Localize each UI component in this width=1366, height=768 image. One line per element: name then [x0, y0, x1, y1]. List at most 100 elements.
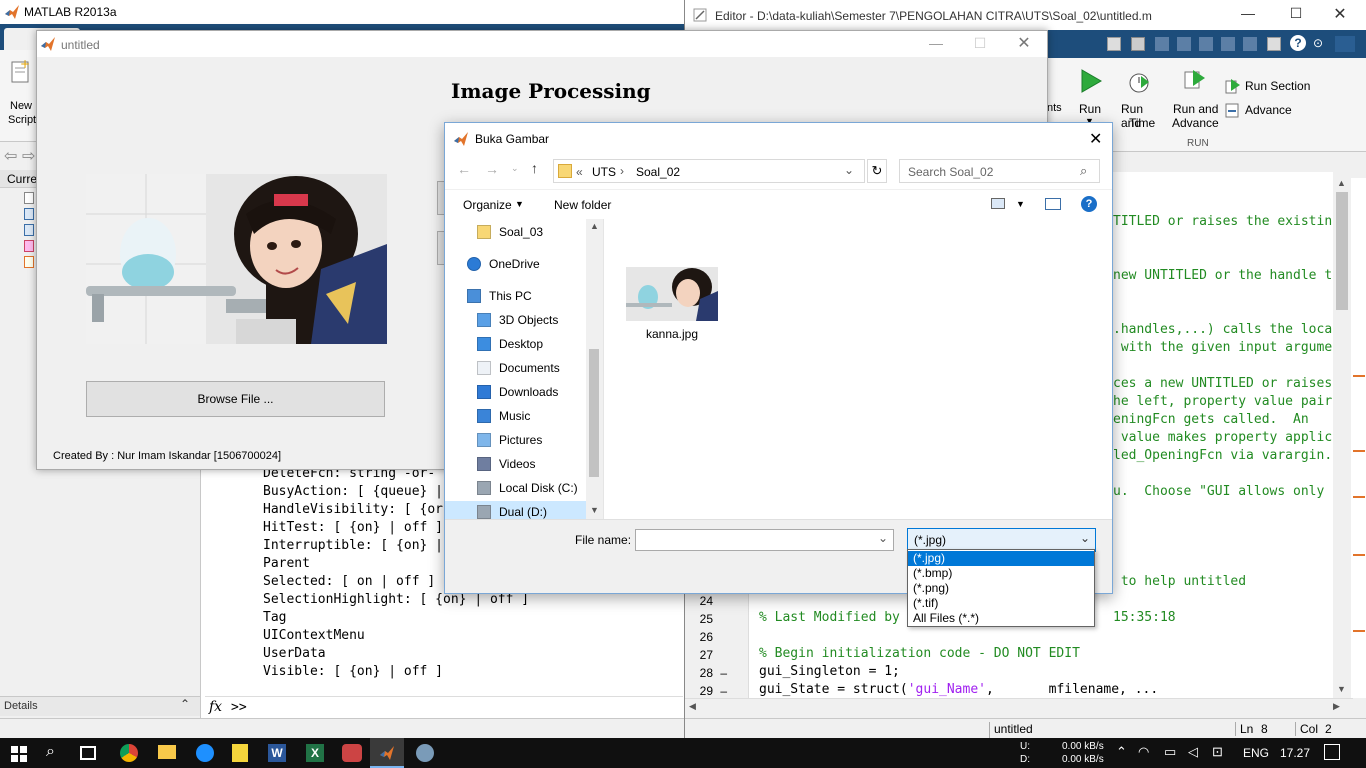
navigation-tree[interactable]: Soal_03 OneDrive This PC 3D Objects Desktop D…: [445, 219, 603, 523]
chevron-down-icon[interactable]: ⌄: [878, 531, 888, 545]
tree-item-this-pc[interactable]: This PC: [467, 285, 532, 307]
scroll-thumb[interactable]: [1336, 192, 1348, 310]
show-hidden-icons-icon[interactable]: ⌃: [1116, 744, 1127, 760]
paste-icon[interactable]: [1199, 37, 1213, 51]
details-panel[interactable]: Details ⌃: [0, 696, 200, 716]
organize-dropdown-icon[interactable]: ▼: [515, 199, 524, 209]
command-line[interactable]: fx >>: [205, 696, 683, 718]
mat-file-icon[interactable]: [24, 240, 34, 252]
edge-icon[interactable]: [196, 744, 214, 762]
breakpoint-dash[interactable]: –: [717, 666, 727, 680]
refresh-icon[interactable]: ↻: [867, 159, 887, 183]
scroll-up-icon[interactable]: ▲: [1337, 178, 1346, 188]
scroll-up-icon[interactable]: ▲: [590, 221, 599, 231]
search-icon[interactable]: ⌕: [46, 743, 55, 761]
cut-icon[interactable]: [1155, 37, 1169, 51]
code-line[interactable]: % Last Modified by: [759, 610, 900, 625]
back-arrow-icon[interactable]: ⇦: [4, 146, 17, 166]
copy-icon[interactable]: [1177, 37, 1191, 51]
game-icon[interactable]: [342, 744, 362, 762]
minimize-icon[interactable]: —: [1233, 5, 1263, 21]
code-line[interactable]: % Begin initialization code - DO NOT EDI…: [759, 646, 1080, 661]
chrome-icon[interactable]: [120, 744, 138, 762]
chevron-down-icon[interactable]: ⌄: [844, 163, 854, 177]
file-type-option[interactable]: (*.bmp): [908, 566, 1094, 581]
paint-icon[interactable]: [416, 744, 434, 762]
scroll-down-icon[interactable]: ▼: [590, 505, 599, 515]
code-line[interactable]: gui_Singleton = 1;: [759, 664, 900, 679]
recent-locations-icon[interactable]: ⌄: [511, 163, 519, 174]
maximize-icon[interactable]: ☐: [1281, 5, 1311, 22]
scroll-left-icon[interactable]: ◀: [689, 701, 696, 712]
expand-ribbon-icon[interactable]: ⊙: [1313, 36, 1323, 50]
scroll-down-icon[interactable]: ▼: [1337, 684, 1346, 694]
search-documentation-icon[interactable]: [1335, 36, 1355, 52]
tree-item-music[interactable]: Music: [477, 405, 530, 427]
help-icon[interactable]: ?: [1290, 35, 1306, 51]
tree-item-onedrive[interactable]: OneDrive: [467, 253, 540, 275]
tree-item-downloads[interactable]: Downloads: [477, 381, 558, 403]
excel-icon[interactable]: X: [306, 744, 324, 762]
forward-icon[interactable]: →: [485, 161, 499, 177]
language-indicator[interactable]: ENG: [1243, 746, 1269, 760]
network-icon[interactable]: ⊡: [1212, 744, 1223, 760]
tree-item-3d-objects[interactable]: 3D Objects: [477, 309, 558, 331]
file-type-option[interactable]: (*.png): [908, 581, 1094, 596]
action-center-icon[interactable]: [1324, 744, 1340, 760]
breakpoint-dash[interactable]: –: [717, 684, 727, 698]
wifi-icon[interactable]: ◠: [1138, 744, 1149, 760]
redo-icon[interactable]: [1243, 37, 1257, 51]
layout-icon[interactable]: [1107, 37, 1121, 51]
tree-item-videos[interactable]: Videos: [477, 453, 535, 475]
forward-arrow-icon[interactable]: ⇨: [22, 146, 35, 166]
file-item-kanna[interactable]: kanna.jpg: [624, 267, 720, 343]
run-and-advance-button[interactable]: Run and Advance: [1169, 64, 1223, 132]
up-icon[interactable]: ↑: [531, 160, 538, 176]
tree-item-desktop[interactable]: Desktop: [477, 333, 543, 355]
minimize-icon[interactable]: —: [921, 35, 951, 51]
breadcrumb-uts[interactable]: UTS: [592, 165, 616, 179]
m-file-icon[interactable]: [24, 256, 34, 268]
editor-vertical-scrollbar[interactable]: ▲ ▼: [1333, 178, 1351, 698]
chevron-down-icon[interactable]: ⌄: [1080, 531, 1090, 545]
view-dropdown-icon[interactable]: ▼: [1016, 199, 1025, 209]
file-type-option[interactable]: (*.jpg): [908, 551, 1094, 566]
file-type-option[interactable]: All Files (*.*): [908, 611, 1094, 626]
matlab-taskbar-button[interactable]: [370, 738, 404, 768]
back-icon[interactable]: ←: [457, 161, 471, 177]
file-name-input[interactable]: ⌄: [635, 529, 894, 551]
address-bar[interactable]: « UTS › Soal_02 ⌄: [553, 159, 865, 183]
organize-button[interactable]: Organize: [463, 198, 512, 212]
file-explorer-icon[interactable]: [158, 745, 176, 759]
chevron-up-icon[interactable]: ⌃: [180, 697, 190, 711]
file-icon[interactable]: [24, 192, 34, 204]
figure-file-icon[interactable]: [24, 208, 34, 220]
figure-file-icon[interactable]: [24, 224, 34, 236]
new-folder-button[interactable]: New folder: [554, 198, 611, 212]
undo-icon[interactable]: [1221, 37, 1235, 51]
scroll-thumb[interactable]: [589, 349, 599, 477]
current-folder-header[interactable]: Curre: [0, 170, 37, 188]
editor-horizontal-scrollbar[interactable]: ◀ ▶: [685, 698, 1353, 716]
word-icon[interactable]: W: [268, 744, 286, 762]
browse-file-button[interactable]: Browse File ...: [86, 381, 385, 417]
new-script-button[interactable]: + New Script: [6, 56, 36, 126]
tree-scrollbar[interactable]: ▲ ▼: [586, 219, 603, 519]
save-icon[interactable]: [1131, 37, 1145, 51]
maximize-icon[interactable]: ☐: [965, 35, 995, 52]
sticky-notes-icon[interactable]: [232, 744, 248, 762]
help-icon[interactable]: ?: [1081, 196, 1097, 212]
file-type-option[interactable]: (*.tif): [908, 596, 1094, 611]
advance-button[interactable]: Advance: [1225, 100, 1345, 120]
run-and-time-button[interactable]: Run and Time: [1115, 64, 1163, 132]
tree-item-local-disk-c[interactable]: Local Disk (C:): [477, 477, 578, 499]
switch-windows-icon[interactable]: [1267, 37, 1281, 51]
close-icon[interactable]: ✕: [1089, 129, 1102, 149]
search-input[interactable]: Search Soal_02 ⌕: [899, 159, 1100, 183]
view-mode-icon[interactable]: [991, 198, 1005, 209]
battery-icon[interactable]: ▭: [1164, 744, 1176, 760]
tree-item-documents[interactable]: Documents: [477, 357, 560, 379]
breadcrumb-soal02[interactable]: Soal_02: [636, 165, 680, 179]
clock[interactable]: 17.27: [1280, 746, 1310, 760]
tree-item-soal-03[interactable]: Soal_03: [477, 221, 543, 243]
